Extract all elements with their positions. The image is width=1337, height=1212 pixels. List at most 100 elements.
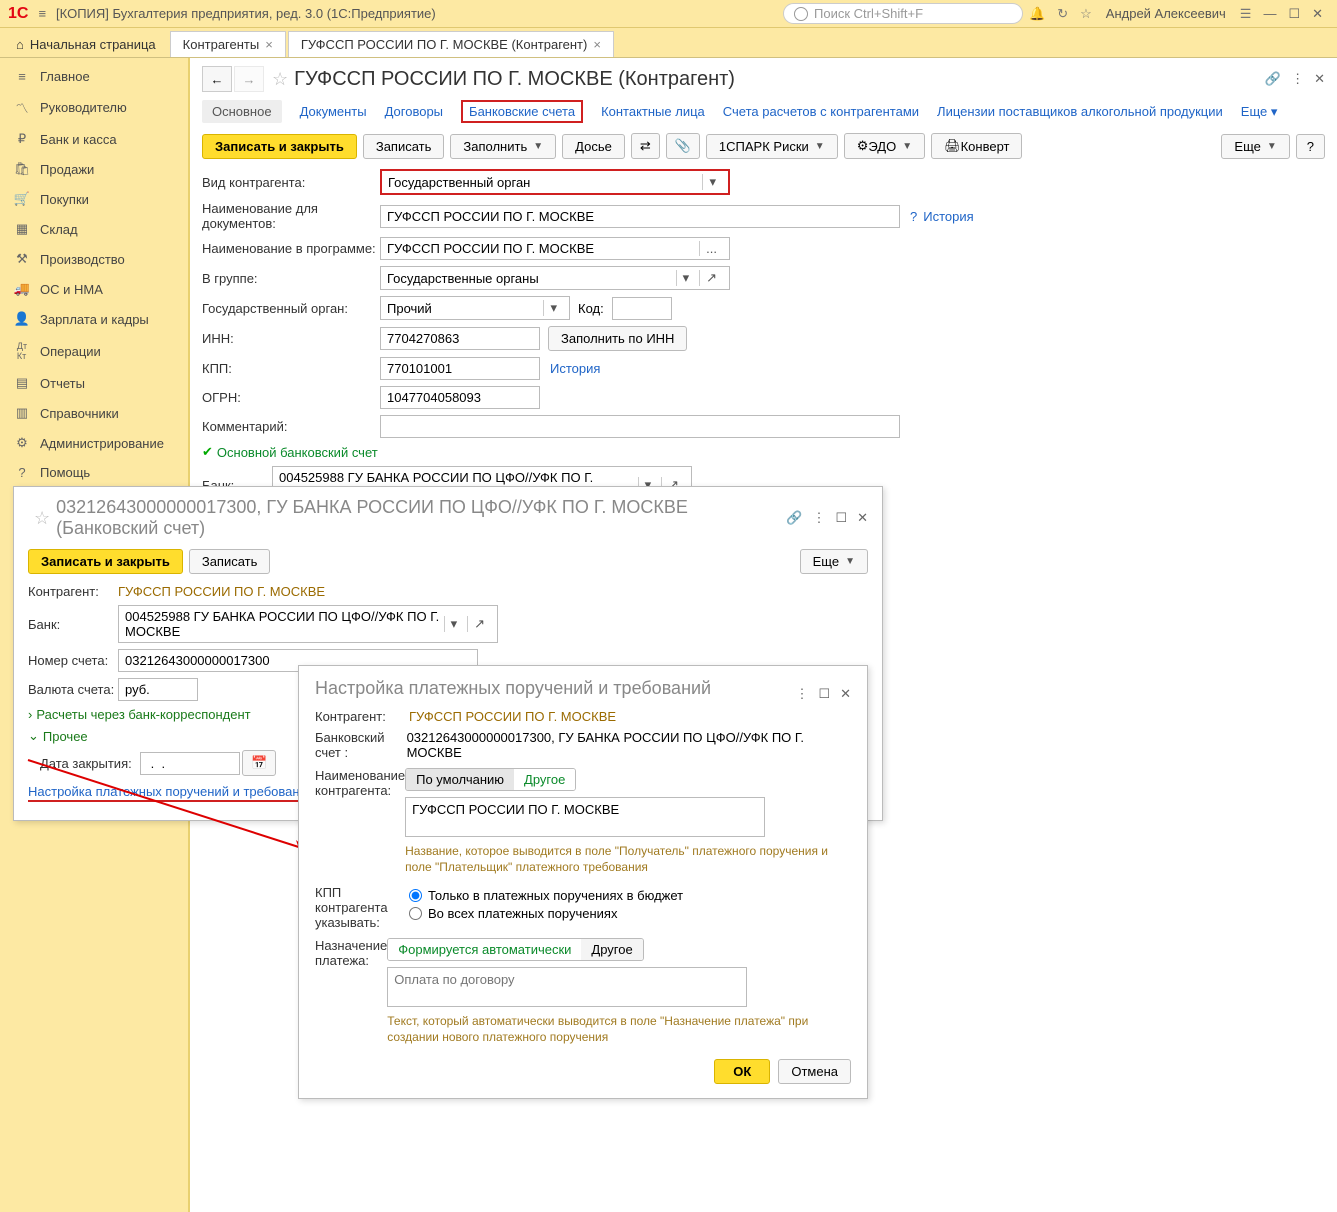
save-close-button[interactable]: Записать и закрыть bbox=[202, 134, 357, 159]
kpp-radio-budget[interactable] bbox=[409, 889, 422, 902]
tab-close-icon[interactable]: × bbox=[265, 37, 273, 52]
save-button[interactable]: Записать bbox=[189, 549, 271, 574]
attach-icon-button[interactable]: 📎 bbox=[666, 133, 700, 159]
sidebar-item-operations[interactable]: ДтКтОперации bbox=[0, 334, 188, 368]
code-input[interactable] bbox=[612, 297, 672, 320]
menu-options-icon[interactable]: ☰ bbox=[1240, 6, 1252, 22]
currency-input[interactable] bbox=[118, 678, 198, 701]
history-link[interactable]: История bbox=[923, 209, 973, 224]
nav-documents[interactable]: Документы bbox=[300, 104, 367, 119]
chevron-down-icon[interactable]: ▾ bbox=[676, 270, 696, 286]
sidebar-item-assets[interactable]: 🚚ОС и НМА bbox=[0, 274, 188, 304]
nav-bank-accounts[interactable]: Банковские счета bbox=[461, 100, 583, 123]
purpose-other-option[interactable]: Другое bbox=[581, 939, 642, 960]
dossier-button[interactable]: Досье bbox=[562, 134, 625, 159]
fill-inn-button[interactable]: Заполнить по ИНН bbox=[548, 326, 687, 351]
favorite-star-icon[interactable]: ☆ bbox=[272, 69, 288, 90]
nav-contracts[interactable]: Договоры bbox=[385, 104, 443, 119]
nav-accounts[interactable]: Счета расчетов с контрагентами bbox=[723, 104, 919, 119]
calendar-button[interactable]: 📅 bbox=[242, 750, 276, 776]
more-button[interactable]: Еще▼ bbox=[800, 549, 868, 574]
payment-settings-link[interactable]: Настройка платежных поручений и требован… bbox=[28, 784, 314, 802]
help-button[interactable]: ? bbox=[1296, 134, 1325, 159]
purpose-textarea[interactable] bbox=[387, 967, 747, 1007]
forward-button[interactable]: → bbox=[234, 66, 264, 92]
sidebar-item-admin[interactable]: ⚙Администрирование bbox=[0, 428, 188, 458]
sidebar-item-purchases[interactable]: 🛒Покупки bbox=[0, 184, 188, 214]
nav-licenses[interactable]: Лицензии поставщиков алкогольной продукц… bbox=[937, 104, 1223, 119]
bank-select[interactable]: 004525988 ГУ БАНКА РОССИИ ПО ЦФО//УФК ПО… bbox=[118, 605, 498, 643]
help-icon[interactable]: ? bbox=[910, 209, 917, 224]
expand-icon[interactable]: ... bbox=[699, 241, 723, 256]
tab-close-icon[interactable]: × bbox=[593, 37, 601, 52]
sidebar-item-main[interactable]: ≡Главное bbox=[0, 62, 188, 91]
name-other-option[interactable]: Другое bbox=[514, 769, 575, 790]
sidebar-item-production[interactable]: ⚒Производство bbox=[0, 244, 188, 274]
back-button[interactable]: ← bbox=[202, 66, 232, 92]
sidebar-item-manager[interactable]: 〽Руководителю bbox=[0, 91, 188, 124]
chevron-down-icon[interactable]: ▾ bbox=[702, 174, 722, 190]
favorite-star-icon[interactable]: ☆ bbox=[34, 508, 50, 529]
sidebar-item-salary[interactable]: 👤Зарплата и кадры bbox=[0, 304, 188, 334]
comment-input[interactable] bbox=[380, 415, 900, 438]
ogrn-input[interactable] bbox=[380, 386, 540, 409]
cancel-button[interactable]: Отмена bbox=[778, 1059, 851, 1084]
close-icon[interactable]: ✕ bbox=[857, 510, 868, 526]
kpp-radio-all[interactable] bbox=[409, 907, 422, 920]
kpp-history-link[interactable]: История bbox=[550, 361, 600, 376]
tab-home[interactable]: ⌂Начальная страница bbox=[4, 32, 168, 57]
ok-button[interactable]: ОК bbox=[714, 1059, 770, 1084]
maximize-icon[interactable]: ☐ bbox=[818, 686, 830, 702]
name-default-option[interactable]: По умолчанию bbox=[406, 769, 514, 790]
kebab-icon[interactable]: ⋮ bbox=[1291, 71, 1304, 87]
tab-gufssp[interactable]: ГУФССП РОССИИ ПО Г. МОСКВЕ (Контрагент)× bbox=[288, 31, 614, 57]
link-icon[interactable]: 🔗 bbox=[1265, 71, 1281, 87]
save-close-button[interactable]: Записать и закрыть bbox=[28, 549, 183, 574]
fill-button[interactable]: Заполнить▼ bbox=[450, 134, 556, 159]
kebab-icon[interactable]: ⋮ bbox=[812, 510, 825, 526]
sidebar-item-sales[interactable]: 🛍Продажи bbox=[0, 154, 188, 184]
maximize-icon[interactable]: ☐ bbox=[1288, 6, 1300, 22]
history-icon[interactable]: ↻ bbox=[1057, 6, 1068, 22]
user-name[interactable]: Андрей Алексеевич bbox=[1106, 6, 1226, 21]
link-icon[interactable]: 🔗 bbox=[786, 510, 802, 526]
kpp-input[interactable] bbox=[380, 357, 540, 380]
nav-contacts[interactable]: Контактные лица bbox=[601, 104, 705, 119]
nav-more[interactable]: Еще ▾ bbox=[1241, 104, 1278, 120]
star-icon[interactable]: ☆ bbox=[1080, 6, 1092, 22]
kebab-icon[interactable]: ⋮ bbox=[795, 686, 808, 702]
type-select[interactable]: Государственный орган▾ bbox=[380, 169, 730, 195]
gov-select[interactable]: Прочий▾ bbox=[380, 296, 570, 320]
group-select[interactable]: Государственные органы▾↗ bbox=[380, 266, 730, 290]
sidebar-item-help[interactable]: ?Помощь bbox=[0, 458, 188, 487]
close-content-icon[interactable]: ✕ bbox=[1314, 71, 1325, 87]
close-icon[interactable]: ✕ bbox=[840, 686, 851, 702]
envelope-button[interactable]: 🖨 Конверт bbox=[931, 133, 1022, 159]
tab-contractors[interactable]: Контрагенты× bbox=[170, 31, 286, 57]
spark-button[interactable]: 1СПАРК Риски▼ bbox=[706, 134, 838, 159]
bell-icon[interactable]: 🔔 bbox=[1029, 6, 1045, 22]
more-button[interactable]: Еще▼ bbox=[1221, 134, 1289, 159]
nav-main[interactable]: Основное bbox=[202, 100, 282, 123]
maximize-icon[interactable]: ☐ bbox=[835, 510, 847, 526]
open-icon[interactable]: ↗ bbox=[699, 270, 723, 286]
minimize-icon[interactable]: — bbox=[1263, 6, 1276, 21]
sidebar-item-reports[interactable]: ▤Отчеты bbox=[0, 368, 188, 398]
open-icon[interactable]: ↗ bbox=[467, 616, 491, 632]
name-textarea[interactable]: ГУФССП РОССИИ ПО Г. МОСКВЕ bbox=[405, 797, 765, 837]
hamburger-icon[interactable]: ≡ bbox=[38, 6, 46, 21]
sidebar-item-bank[interactable]: ₽Банк и касса bbox=[0, 124, 188, 154]
check-icon-button[interactable]: ⇄ bbox=[631, 133, 660, 159]
docname-input[interactable] bbox=[380, 205, 900, 228]
purpose-auto-option[interactable]: Формируется автоматически bbox=[388, 939, 581, 960]
sidebar-item-refs[interactable]: ▥Справочники bbox=[0, 398, 188, 428]
chevron-down-icon[interactable]: ▾ bbox=[444, 616, 464, 632]
progname-input[interactable]: ГУФССП РОССИИ ПО Г. МОСКВЕ... bbox=[380, 237, 730, 260]
closedate-input[interactable] bbox=[140, 752, 240, 775]
inn-input[interactable] bbox=[380, 327, 540, 350]
chevron-down-icon[interactable]: ▾ bbox=[543, 300, 563, 316]
save-button[interactable]: Записать bbox=[363, 134, 445, 159]
sidebar-item-warehouse[interactable]: ▦Склад bbox=[0, 214, 188, 244]
close-icon[interactable]: ✕ bbox=[1312, 6, 1323, 22]
edo-button[interactable]: ⚙ ЭДО▼ bbox=[844, 133, 925, 159]
